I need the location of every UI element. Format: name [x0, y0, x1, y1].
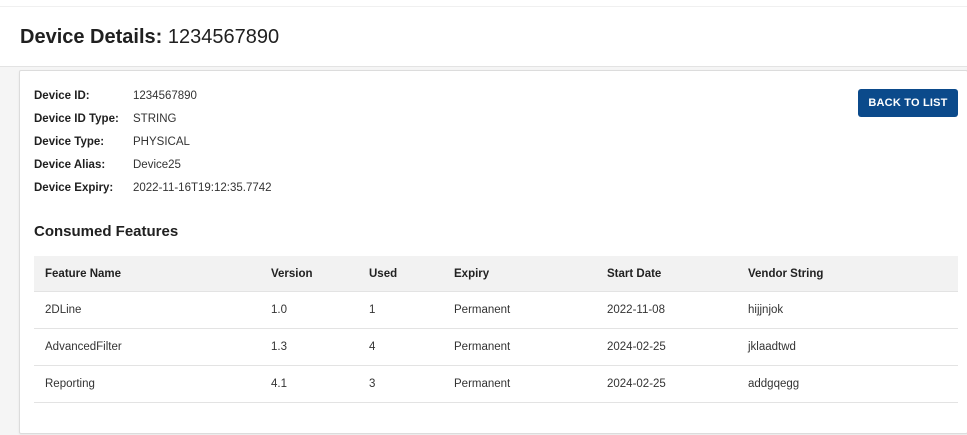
page-title: Device Details: 1234567890 — [20, 24, 279, 50]
cell-expiry: Permanent — [443, 328, 596, 366]
cell-feature-name: AdvancedFilter — [34, 328, 260, 366]
cell-version: 1.0 — [260, 291, 358, 329]
cell-expiry: Permanent — [443, 291, 596, 329]
device-details-card: Device ID: 1234567890 Device ID Type: ST… — [19, 70, 967, 434]
detail-row-device-id-type: Device ID Type: STRING — [34, 108, 272, 131]
page-title-label: Device Details: — [20, 26, 163, 48]
detail-label: Device ID Type: — [34, 113, 119, 125]
cell-version: 4.1 — [260, 365, 358, 403]
cell-vendor-string: hijjnjok — [737, 291, 958, 329]
column-header-version[interactable]: Version — [260, 256, 358, 292]
back-to-list-button[interactable]: BACK TO LIST — [858, 89, 958, 117]
column-header-expiry[interactable]: Expiry — [443, 256, 596, 292]
column-header-vendor-string[interactable]: Vendor String — [737, 256, 958, 292]
detail-value: PHYSICAL — [133, 136, 190, 148]
cell-used: 4 — [358, 328, 443, 366]
cell-vendor-string: jklaadtwd — [737, 328, 958, 366]
consumed-features-table: Feature Name Version Used Expiry Start D… — [34, 256, 958, 403]
cell-vendor-string: addgqegg — [737, 365, 958, 403]
detail-label: Device ID: — [34, 90, 90, 102]
detail-label: Device Type: — [34, 136, 105, 148]
column-header-feature-name[interactable]: Feature Name — [34, 256, 260, 292]
cell-feature-name: Reporting — [34, 365, 260, 403]
table-row: AdvancedFilter 1.3 4 Permanent 2024-02-2… — [34, 328, 958, 366]
detail-label: Device Expiry: — [34, 182, 114, 194]
detail-value: 2022-11-16T19:12:35.7742 — [133, 182, 272, 194]
column-header-start-date[interactable]: Start Date — [596, 256, 737, 292]
detail-value: STRING — [133, 113, 177, 125]
cell-start-date: 2022-11-08 — [596, 291, 737, 329]
cell-used: 1 — [358, 291, 443, 329]
table-row: Reporting 4.1 3 Permanent 2024-02-25 add… — [34, 365, 958, 403]
cell-used: 3 — [358, 365, 443, 403]
table-header-row: Feature Name Version Used Expiry Start D… — [34, 256, 958, 292]
device-details-list: Device ID: 1234567890 Device ID Type: ST… — [34, 85, 272, 200]
detail-value: Device25 — [133, 159, 181, 171]
page-header: Device Details: 1234567890 — [0, 0, 967, 67]
detail-label: Device Alias: — [34, 159, 106, 171]
cell-feature-name: 2DLine — [34, 291, 260, 329]
cell-expiry: Permanent — [443, 365, 596, 403]
table-row: 2DLine 1.0 1 Permanent 2022-11-08 hijjnj… — [34, 291, 958, 329]
detail-row-device-alias: Device Alias: Device25 — [34, 154, 272, 177]
column-header-used[interactable]: Used — [358, 256, 443, 292]
cell-start-date: 2024-02-25 — [596, 365, 737, 403]
detail-value: 1234567890 — [133, 90, 197, 102]
cell-version: 1.3 — [260, 328, 358, 366]
detail-row-device-expiry: Device Expiry: 2022-11-16T19:12:35.7742 — [34, 177, 272, 200]
divider — [0, 6, 967, 7]
consumed-features-title: Consumed Features — [34, 223, 179, 240]
page-title-device-id: 1234567890 — [167, 26, 280, 48]
cell-start-date: 2024-02-25 — [596, 328, 737, 366]
detail-row-device-type: Device Type: PHYSICAL — [34, 131, 272, 154]
detail-row-device-id: Device ID: 1234567890 — [34, 85, 272, 108]
